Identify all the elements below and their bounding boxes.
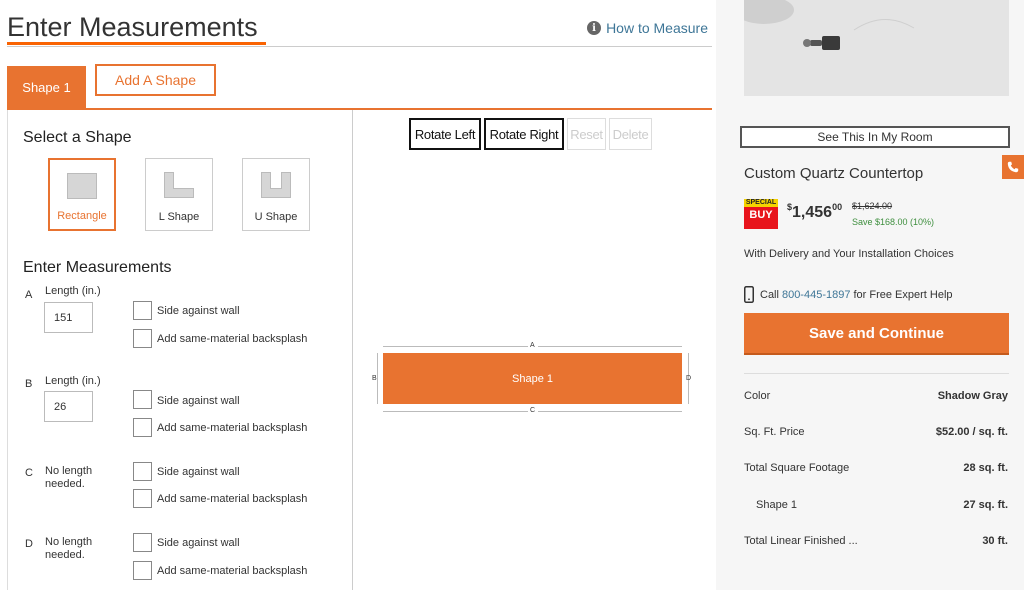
rotate-left-button[interactable]: Rotate Left [409, 118, 481, 150]
dimension-line-a-left [383, 346, 528, 347]
select-shape-heading: Select a Shape [23, 129, 132, 146]
side-a-label: Length (in.) [45, 285, 101, 297]
shape-option-l-shape[interactable]: L Shape [145, 158, 213, 231]
shape-1-label: Shape 1 [512, 372, 553, 385]
price-cents: 00 [832, 202, 843, 212]
product-image[interactable] [744, 0, 1009, 96]
side-d-backsplash-label: Add same-material backsplash [157, 565, 308, 577]
special-buy-badge: SPECIAL BUY [744, 199, 778, 229]
shape-1-rectangle[interactable]: Shape 1 [383, 353, 682, 404]
shape-option-u-shape[interactable]: U Shape [242, 158, 310, 231]
save-and-continue-button[interactable]: Save and Continue [744, 313, 1009, 355]
call-suffix: for Free Expert Help [853, 288, 953, 301]
side-letter-c: C [25, 467, 33, 479]
side-b-length-input[interactable]: 26 [44, 391, 93, 422]
side-c-wall-checkbox[interactable] [133, 462, 152, 481]
product-title: Custom Quartz Countertop [744, 165, 924, 182]
spec-label-total-sqft: Total Square Footage [744, 462, 850, 474]
spec-value-total-sqft: 28 sq. ft. [963, 462, 1008, 474]
tab-shape-1[interactable]: Shape 1 [7, 66, 86, 109]
dimension-label-d: D [686, 375, 692, 382]
spec-label-sqft-price: Sq. Ft. Price [744, 426, 805, 438]
phone-tab[interactable] [1002, 155, 1024, 179]
shape-canvas-panel [353, 110, 712, 590]
spec-value-sqft-price: $52.00 / sq. ft. [935, 426, 1008, 438]
dimension-label-b: B [372, 375, 377, 382]
side-c-backsplash-label: Add same-material backsplash [157, 493, 308, 505]
phone-icon [1007, 161, 1019, 173]
measurement-editor: Enter Measurements i How to Measure Shap… [0, 0, 712, 590]
side-c-label: No length needed. [45, 465, 93, 490]
side-d-wall-checkbox[interactable] [133, 533, 152, 552]
mobile-phone-icon [744, 286, 754, 303]
shape-option-label: L Shape [158, 211, 200, 223]
price-currency: $ [787, 202, 793, 212]
dimension-line-c-right [538, 411, 682, 412]
side-a-wall-checkbox[interactable] [133, 301, 152, 320]
side-b-wall-label: Side against wall [157, 395, 240, 407]
title-divider [7, 46, 712, 47]
delete-button[interactable]: Delete [609, 118, 652, 150]
page-title: Enter Measurements [7, 12, 258, 42]
u-shape-icon [261, 172, 291, 198]
call-expert-row: Call 800-445-1897 for Free Expert Help [744, 286, 953, 303]
price-main: 1,456 [792, 204, 833, 221]
side-b-wall-checkbox[interactable] [133, 390, 152, 409]
reset-button[interactable]: Reset [567, 118, 606, 150]
shape-option-label: Rectangle [57, 210, 107, 222]
dimension-label-c: C [530, 407, 536, 414]
shape-option-rectangle[interactable]: Rectangle [48, 158, 116, 231]
special-badge-bottom: BUY [749, 209, 773, 221]
page: Enter Measurements i How to Measure Shap… [0, 0, 1024, 590]
rotate-right-button[interactable]: Rotate Right [484, 118, 564, 150]
rectangle-icon [67, 173, 97, 199]
side-b-backsplash-label: Add same-material backsplash [157, 422, 308, 434]
side-letter-b: B [25, 378, 33, 390]
special-badge-top: SPECIAL [745, 199, 777, 206]
side-a-backsplash-label: Add same-material backsplash [157, 333, 308, 345]
savings-text: Save $168.00 (10%) [852, 217, 935, 227]
enter-measurements-heading: Enter Measurements [23, 259, 172, 276]
dimension-line-b [377, 353, 378, 404]
side-b-label: Length (in.) [45, 375, 101, 387]
side-d-wall-label: Side against wall [157, 537, 240, 549]
side-d-backsplash-checkbox[interactable] [133, 561, 152, 580]
spec-label-color: Color [744, 390, 771, 402]
dimension-label-a: A [530, 342, 535, 349]
side-c-backsplash-checkbox[interactable] [133, 489, 152, 508]
info-icon: i [587, 21, 602, 35]
dimension-line-a-right [538, 346, 682, 347]
how-to-measure-link[interactable]: i How to Measure [587, 20, 708, 36]
dimension-line-c-left [383, 411, 528, 412]
price: $1,45600 [787, 202, 843, 222]
side-a-backsplash-checkbox[interactable] [133, 329, 152, 348]
call-prefix: Call [760, 288, 779, 301]
side-letter-d: D [25, 538, 33, 550]
side-a-length-input[interactable]: 151 [44, 302, 93, 333]
spec-divider [744, 373, 1009, 374]
original-price: $1,624.00 [852, 201, 893, 211]
side-c-wall-label: Side against wall [157, 466, 240, 478]
call-phone-number[interactable]: 800-445-1897 [782, 289, 851, 301]
title-underline [7, 42, 266, 45]
side-a-wall-label: Side against wall [157, 305, 240, 317]
shape-option-label: U Shape [254, 211, 298, 223]
side-d-label: No length needed. [45, 536, 93, 561]
l-shape-icon [164, 172, 194, 198]
spec-label-shape-1: Shape 1 [756, 499, 797, 511]
see-in-my-room-button[interactable]: See This In My Room [740, 126, 1010, 148]
spec-value-linear-finished: 30 ft. [982, 535, 1008, 547]
side-b-backsplash-checkbox[interactable] [133, 418, 152, 437]
delivery-note: With Delivery and Your Installation Choi… [744, 248, 954, 260]
side-letter-a: A [25, 289, 33, 301]
spec-value-color: Shadow Gray [937, 390, 1008, 402]
countertop-photo [744, 0, 1009, 96]
spec-label-linear-finished: Total Linear Finished ... [744, 535, 858, 547]
add-shape-button[interactable]: Add A Shape [95, 64, 216, 96]
how-to-measure-label: How to Measure [606, 20, 708, 36]
order-summary-sidebar: See This In My Room Custom Quartz Counte… [716, 0, 1024, 590]
spec-value-shape-1: 27 sq. ft. [963, 499, 1008, 511]
